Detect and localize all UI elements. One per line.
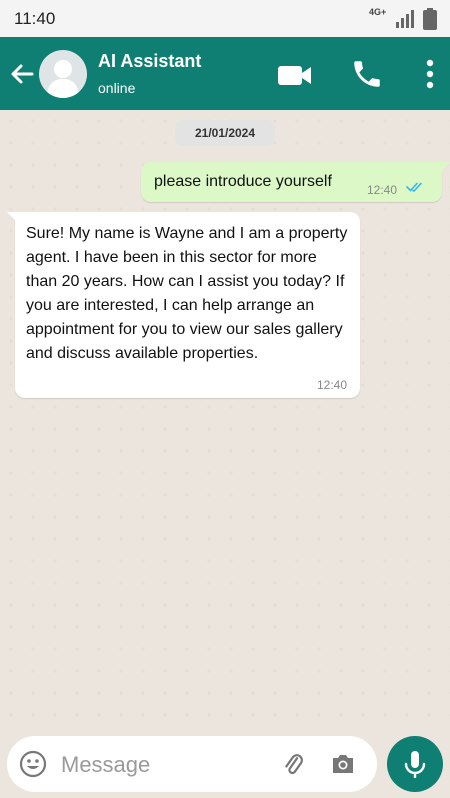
signal-icon (396, 10, 414, 28)
microphone-button[interactable] (387, 736, 443, 792)
emoji-icon[interactable] (19, 750, 47, 778)
date-chip: 21/01/2024 (175, 120, 275, 146)
phone-icon[interactable] (350, 57, 384, 91)
network-label: 4G+ (369, 7, 387, 17)
message-time: 12:40 (317, 378, 348, 392)
avatar[interactable] (39, 50, 87, 98)
message-time: 12:40 (367, 183, 398, 197)
video-camera-icon[interactable] (275, 59, 315, 91)
more-vert-icon[interactable] (420, 57, 440, 91)
composer-bar (7, 736, 377, 792)
battery-icon (423, 8, 437, 30)
paperclip-icon[interactable] (279, 750, 307, 778)
avatar-placeholder-icon (47, 60, 79, 98)
message-text: Sure! My name is Wayne and I am a proper… (26, 225, 348, 362)
incoming-message[interactable]: Sure! My name is Wayne and I am a proper… (7, 212, 360, 398)
chat-screen: 11:40 4G+ AI Assistant online 21/01/2024… (0, 0, 450, 798)
outgoing-message[interactable]: please introduce yourself 12:40 (141, 162, 450, 202)
chat-header: AI Assistant online (0, 37, 450, 110)
double-check-icon (406, 182, 422, 192)
contact-name[interactable]: AI Assistant (98, 51, 201, 72)
message-list[interactable]: 21/01/2024 please introduce yourself 12:… (0, 110, 450, 728)
message-input[interactable] (61, 750, 261, 780)
contact-status: online (98, 80, 136, 96)
microphone-icon (404, 751, 426, 778)
message-text: please introduce yourself (154, 173, 332, 190)
back-arrow-icon[interactable] (8, 60, 36, 88)
status-time: 11:40 (14, 9, 56, 28)
status-bar: 11:40 4G+ (0, 0, 450, 37)
camera-icon[interactable] (329, 750, 357, 778)
